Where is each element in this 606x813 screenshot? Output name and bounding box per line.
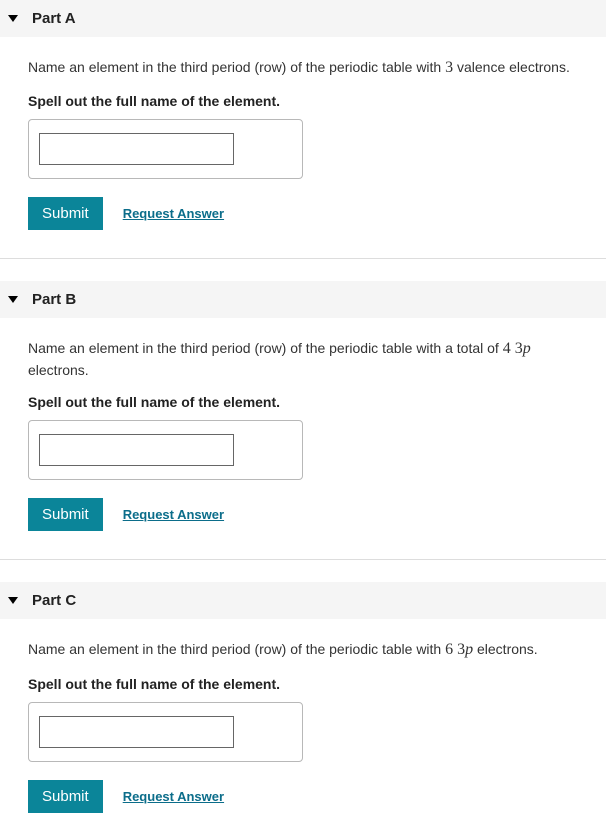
submit-button[interactable]: Submit [28, 197, 103, 230]
submit-button[interactable]: Submit [28, 498, 103, 531]
question-pre: Name an element in the third period (row… [28, 641, 445, 657]
request-answer-link[interactable]: Request Answer [123, 206, 224, 221]
instruction-text: Spell out the full name of the element. [28, 394, 578, 410]
spacer [0, 560, 606, 582]
action-row: Submit Request Answer [28, 498, 578, 531]
answer-box [28, 702, 303, 762]
part-header[interactable]: Part B [0, 281, 606, 318]
question-pre: Name an element in the third period (row… [28, 340, 503, 356]
part-title: Part A [32, 10, 76, 27]
question-math-number: 6 3 [445, 641, 465, 658]
instruction-text: Spell out the full name of the element. [28, 676, 578, 692]
part-a: Part A Name an element in the third peri… [0, 0, 606, 259]
answer-box [28, 420, 303, 480]
collapse-caret-icon [8, 296, 18, 303]
instruction-text: Spell out the full name of the element. [28, 93, 578, 109]
spacer [0, 259, 606, 281]
action-row: Submit Request Answer [28, 780, 578, 813]
part-body: Name an element in the third period (row… [0, 318, 606, 559]
part-body: Name an element in the third period (row… [0, 37, 606, 258]
question-math-number: 4 3 [503, 340, 523, 357]
action-row: Submit Request Answer [28, 197, 578, 230]
request-answer-link[interactable]: Request Answer [123, 789, 224, 804]
question-math-var: p [465, 641, 473, 658]
request-answer-link[interactable]: Request Answer [123, 507, 224, 522]
answer-input[interactable] [39, 133, 234, 165]
question-text: Name an element in the third period (row… [28, 639, 578, 661]
question-pre: Name an element in the third period (row… [28, 59, 445, 75]
answer-input[interactable] [39, 434, 234, 466]
question-post: electrons. [473, 641, 538, 657]
question-math-var: p [523, 340, 531, 357]
collapse-caret-icon [8, 597, 18, 604]
answer-input[interactable] [39, 716, 234, 748]
question-text: Name an element in the third period (row… [28, 338, 578, 380]
question-math-number: 3 [445, 59, 453, 76]
question-post: valence electrons. [453, 59, 570, 75]
submit-button[interactable]: Submit [28, 780, 103, 813]
part-b: Part B Name an element in the third peri… [0, 281, 606, 560]
question-post: electrons. [28, 362, 89, 378]
part-header[interactable]: Part A [0, 0, 606, 37]
part-header[interactable]: Part C [0, 582, 606, 619]
part-title: Part B [32, 291, 76, 308]
part-c: Part C Name an element in the third peri… [0, 582, 606, 812]
collapse-caret-icon [8, 15, 18, 22]
part-body: Name an element in the third period (row… [0, 619, 606, 812]
question-text: Name an element in the third period (row… [28, 57, 578, 79]
answer-box [28, 119, 303, 179]
part-title: Part C [32, 592, 76, 609]
